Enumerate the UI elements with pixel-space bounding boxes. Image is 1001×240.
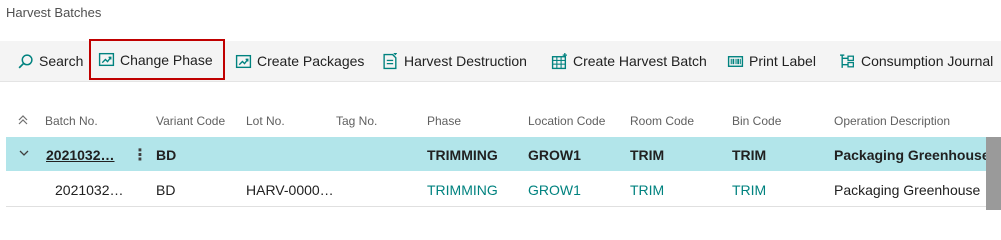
create-packages-icon [235,54,252,68]
change-phase-button[interactable]: Change Phase [89,39,225,80]
column-header-variant-code[interactable]: Variant Code [156,114,225,128]
column-header-phase[interactable]: Phase [427,114,461,128]
collapse-all-icon[interactable] [16,113,30,130]
create-harvest-batch-label: Create Harvest Batch [573,53,707,69]
print-label-label: Print Label [749,53,816,69]
table-row[interactable]: 2021032… BD HARV-0000… TRIMMING GROW1 TR… [6,172,1001,207]
operation-description-cell: Packaging Greenhouse [834,182,981,198]
table-row[interactable]: 2021032… ⋮ BD TRIMMING GROW1 TRIM TRIM P… [6,137,1001,171]
row-actions-icon[interactable]: ⋮ [132,145,148,165]
column-header-location-code[interactable]: Location Code [528,114,605,128]
batch-no-cell[interactable]: 2021032… [55,182,124,198]
harvest-destruction-button[interactable]: Harvest Destruction [382,41,527,81]
harvest-destruction-label: Harvest Destruction [404,53,527,69]
harvest-destruction-icon [383,52,397,69]
location-code-cell[interactable]: GROW1 [528,182,581,198]
page-title: Harvest Batches [6,5,102,20]
column-header-batch-no[interactable]: Batch No. [45,114,98,128]
create-harvest-batch-icon [551,52,567,69]
create-packages-label: Create Packages [257,53,365,69]
phase-cell[interactable]: TRIMMING [427,182,498,198]
consumption-journal-icon [840,53,854,68]
location-code-cell: GROW1 [528,147,581,163]
room-code-cell: TRIM [630,147,665,163]
room-code-cell[interactable]: TRIM [630,182,664,198]
column-header-operation-description[interactable]: Operation Description [834,114,950,128]
create-harvest-batch-button[interactable]: Create Harvest Batch [551,41,707,81]
change-phase-icon [98,52,115,67]
variant-code-cell: BD [156,182,176,198]
bin-code-cell: TRIM [732,147,767,163]
print-label-icon [727,55,744,67]
batch-no-cell[interactable]: 2021032… [46,147,115,163]
search-icon [18,53,33,68]
column-header-tag-no[interactable]: Tag No. [336,114,377,128]
consumption-journal-button[interactable]: Consumption Journal [839,41,993,81]
search-button[interactable]: Search [17,41,83,81]
print-label-button[interactable]: Print Label [727,41,816,81]
column-header-lot-no[interactable]: Lot No. [246,114,285,128]
chevron-down-icon[interactable] [18,146,30,162]
consumption-journal-label: Consumption Journal [861,53,994,69]
bin-code-cell[interactable]: TRIM [732,182,766,198]
action-bar: Search Change Phase Create Packages Harv… [0,39,1001,82]
table-header: Batch No. Variant Code Lot No. Tag No. P… [0,108,1001,136]
change-phase-label: Change Phase [120,51,213,68]
operation-description-cell: Packaging Greenhouse [834,147,990,163]
column-header-bin-code[interactable]: Bin Code [732,114,781,128]
lot-no-cell: HARV-0000… [246,182,334,198]
create-packages-button[interactable]: Create Packages [235,41,364,81]
vertical-scrollbar[interactable] [986,137,1001,210]
search-label: Search [39,53,84,69]
column-header-room-code[interactable]: Room Code [630,114,694,128]
variant-code-cell: BD [156,147,177,163]
phase-cell: TRIMMING [427,147,498,163]
